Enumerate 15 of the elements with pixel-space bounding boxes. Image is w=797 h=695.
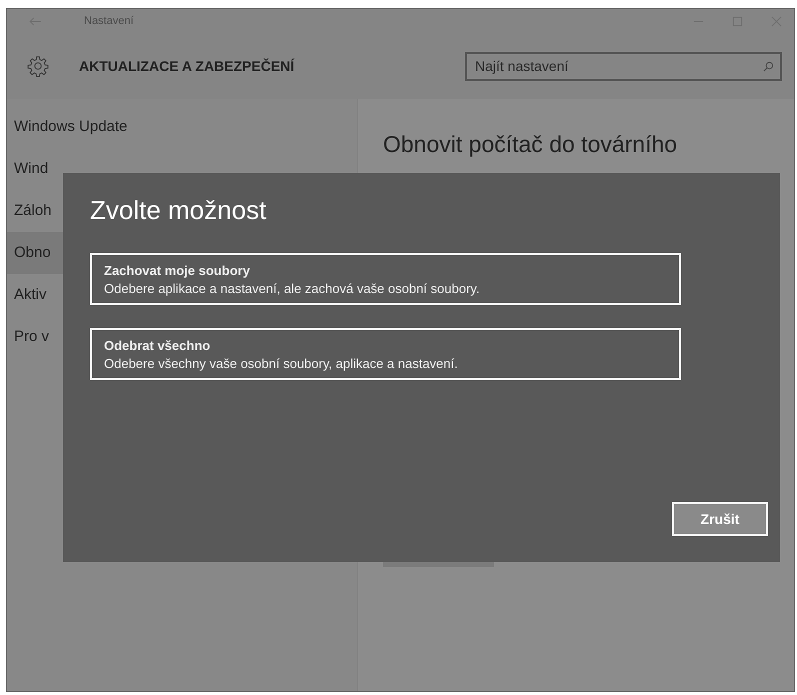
search-field[interactable]: Najít nastavení xyxy=(465,52,782,80)
window-title: Nastavení xyxy=(84,15,134,27)
page-heading: Obnovit počítač do továrního xyxy=(383,130,678,159)
sidebar-item[interactable]: Aktiv xyxy=(7,274,62,316)
gear-icon xyxy=(27,55,49,77)
section-title: AKTUALIZACE A ZABEZPEČENÍ xyxy=(79,58,294,74)
option-button[interactable]: Odebrat všechno Odebere všechny vaše osobní soubory, aplikace a nastavení. xyxy=(90,328,681,380)
search-icon[interactable] xyxy=(763,60,774,72)
sidebar-item[interactable]: Záloh xyxy=(7,190,62,232)
dialog-title: Zvolte možnost xyxy=(90,195,268,226)
sidebar-item[interactable]: Pro v xyxy=(7,316,62,358)
option-button[interactable]: Zachovat moje soubory Odebere aplikace a nastavení, ale zachová vaše osobní soubory. xyxy=(90,253,681,305)
sidebar-item[interactable]: Wind xyxy=(7,148,62,190)
cancel-button[interactable]: Zrušit xyxy=(672,502,768,536)
sidebar-item[interactable]: Windows Update xyxy=(7,106,357,148)
